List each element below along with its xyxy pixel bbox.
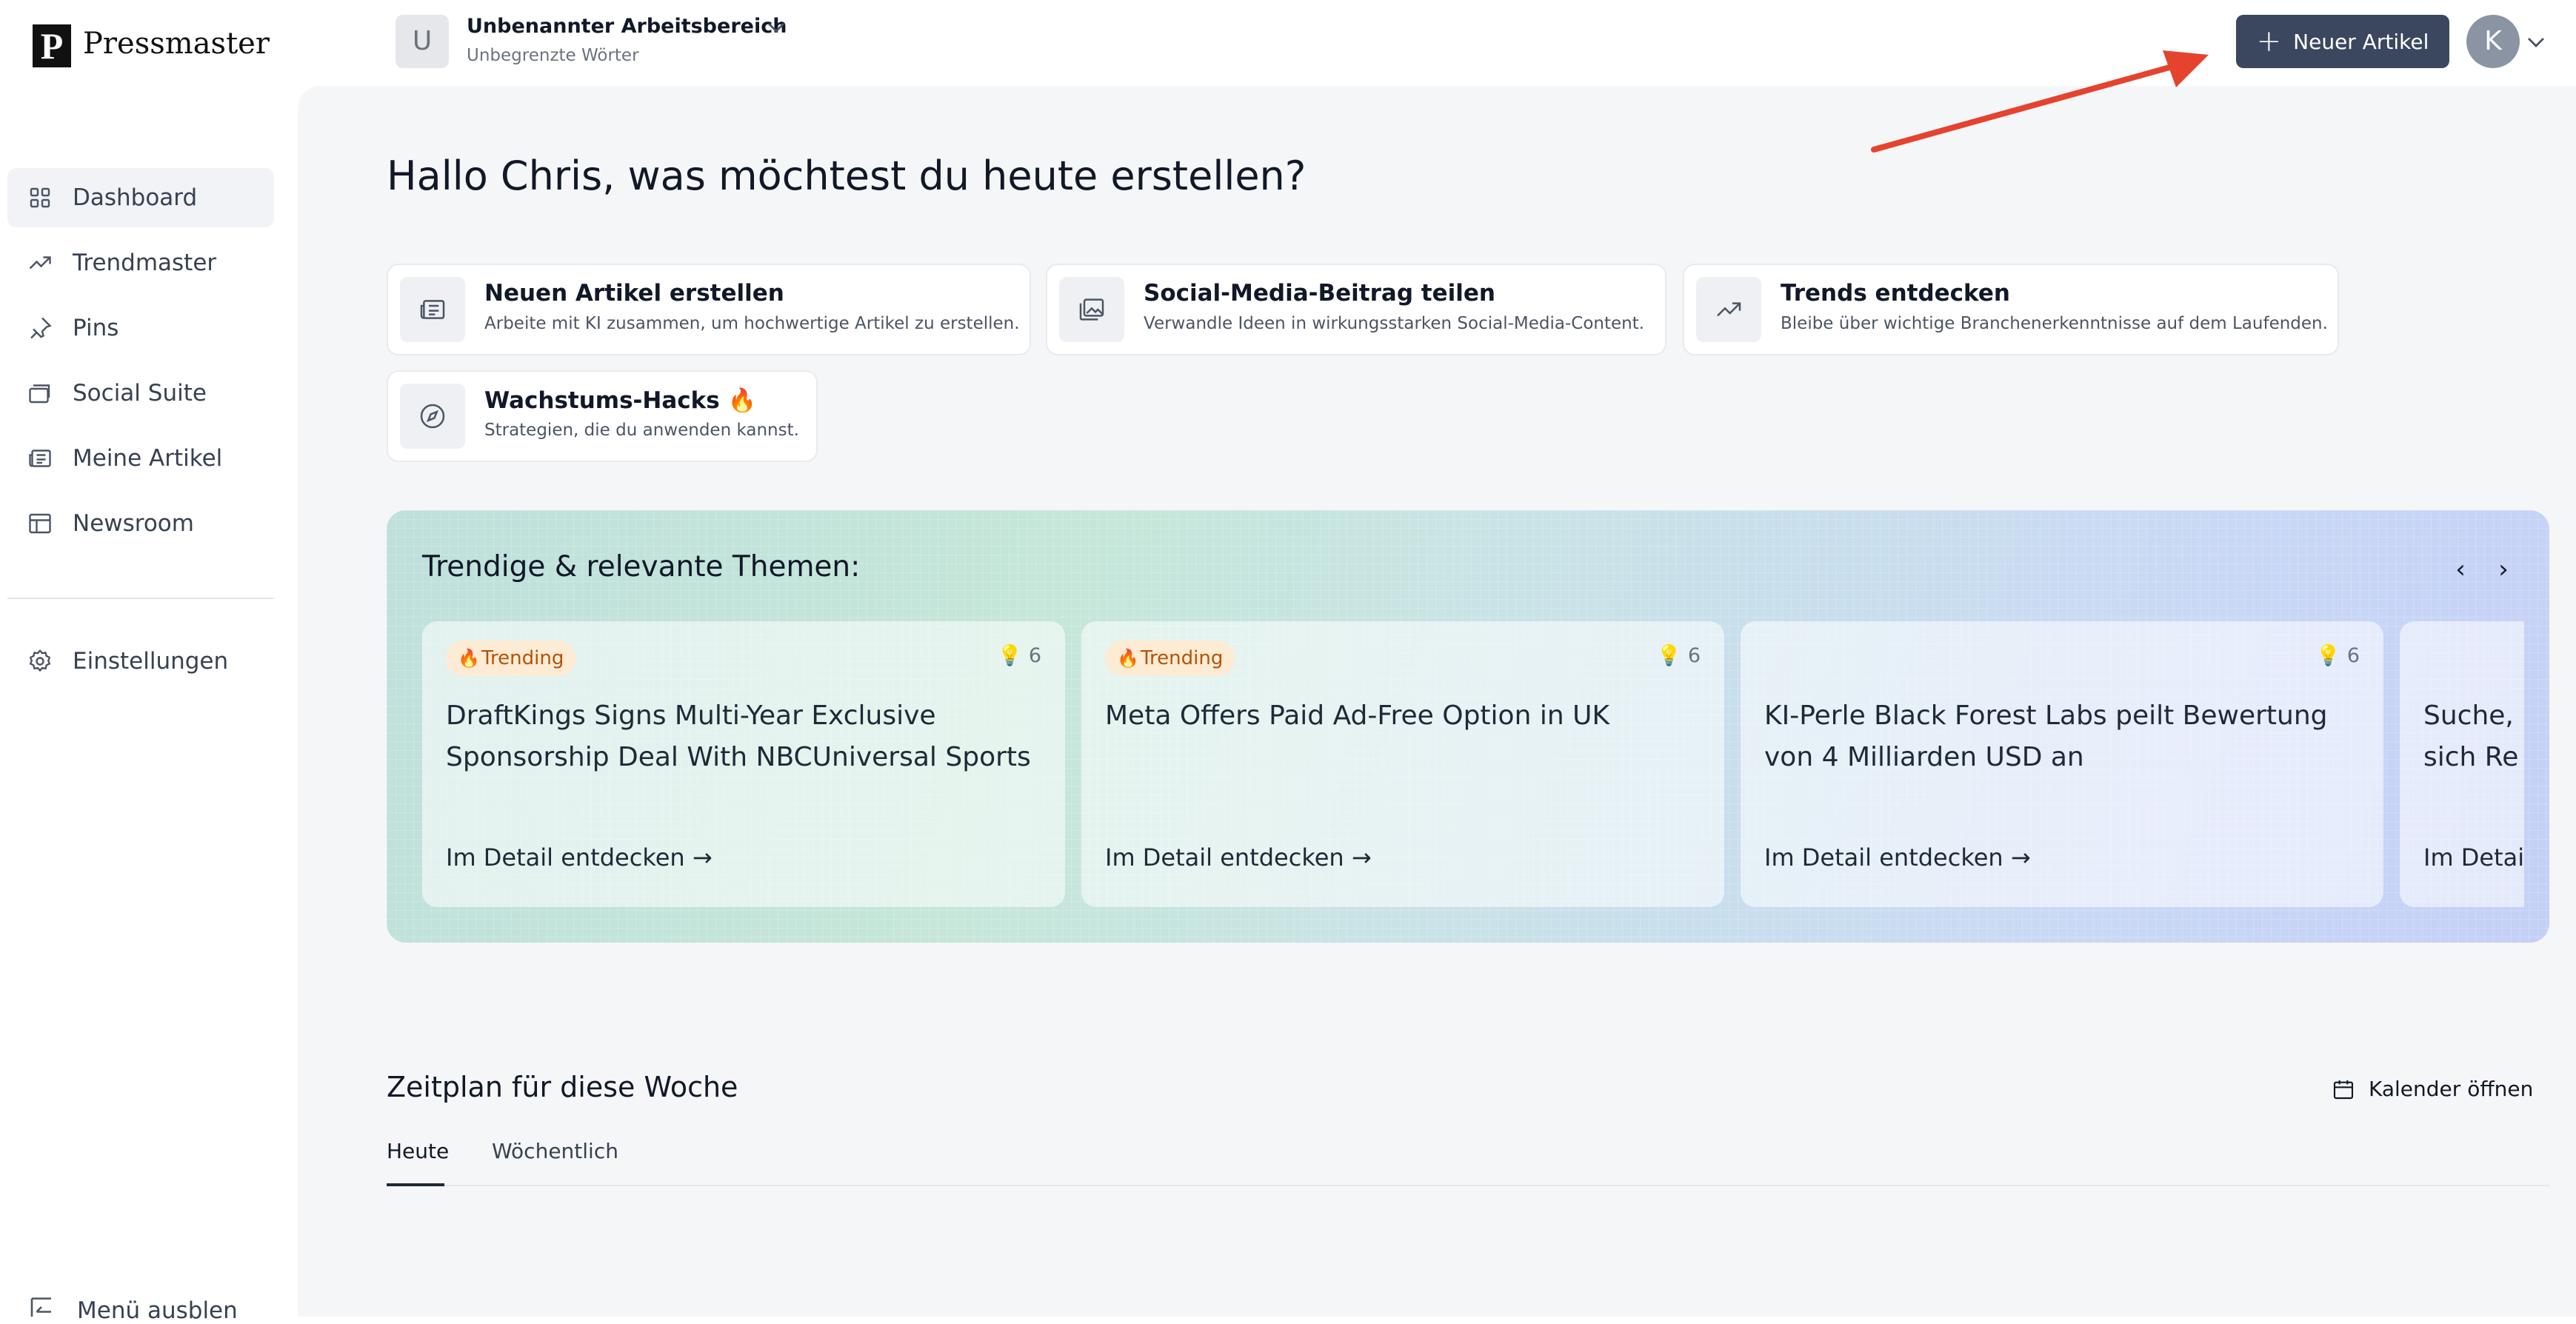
sidebar-item-dashboard[interactable]: Dashboard xyxy=(7,168,274,227)
topic-headline: Meta Offers Paid Ad-Free Option in UK xyxy=(1105,701,1610,731)
explore-link[interactable]: Im Detail entdecken → xyxy=(1764,843,2031,872)
bulb-icon: 💡 xyxy=(997,644,1029,667)
topic-headline: DraftKings Signs Multi-Year Exclusive Sp… xyxy=(446,701,1031,772)
count: 💡 6 xyxy=(1656,644,1701,667)
explore-link[interactable]: Im Detail entdecken → xyxy=(1105,843,1372,872)
sidebar-item-label: Einstellungen xyxy=(73,648,229,675)
plus-icon: + xyxy=(2256,24,2282,58)
workspace-avatar[interactable]: U xyxy=(396,15,449,68)
calendar-icon[interactable] xyxy=(2332,1077,2355,1102)
annotation-arrow xyxy=(1871,50,2209,153)
sidebar-item-label: Meine Artikel xyxy=(73,445,223,472)
bulb-icon: 💡 xyxy=(2315,644,2347,667)
action-desc: Arbeite mit KI zusammen, um hochwertige … xyxy=(484,314,1020,333)
action-card-growth-hacks[interactable]: Wachstums-Hacks 🔥 Strategien, die du anw… xyxy=(387,370,818,462)
sidebar-item-label: Social Suite xyxy=(73,380,207,407)
cards-icon xyxy=(29,384,50,404)
collapse-icon[interactable] xyxy=(27,1297,56,1317)
active-tab-indicator xyxy=(387,1183,444,1186)
topic-card[interactable]: 🔥 Trending 💡 6 Meta Offers Paid Ad-Free O… xyxy=(1081,621,1724,907)
sidebar-item-settings[interactable]: Einstellungen xyxy=(7,632,274,691)
trending-title: Trendige & relevante Themen: xyxy=(422,550,861,584)
workspace-subtitle: Unbegrenzte Wörter xyxy=(467,46,639,65)
sidebar-item-newsroom[interactable]: Newsroom xyxy=(7,494,274,553)
images-icon xyxy=(1059,277,1124,342)
trend-up-icon xyxy=(1696,277,1761,342)
chevron-down-icon[interactable] xyxy=(766,19,787,34)
arrow-right-icon: → xyxy=(2010,843,2031,872)
sidebar-item-social-suite[interactable]: Social Suite xyxy=(7,364,274,423)
tab-today[interactable]: Heute xyxy=(387,1139,449,1163)
count: 💡 6 xyxy=(997,644,1041,667)
new-article-label: Neuer Artikel xyxy=(2293,29,2429,54)
carousel-next-button[interactable]: › xyxy=(2489,555,2518,584)
carousel-prev-button[interactable]: ‹ xyxy=(2446,555,2475,584)
arrow-right-icon: → xyxy=(692,843,713,872)
sidebar-item-trendmaster[interactable]: Trendmaster xyxy=(7,233,274,292)
trending-topics-panel: Trendige & relevante Themen: ‹ › 🔥 Trendi… xyxy=(387,510,2549,943)
chevron-down-icon[interactable] xyxy=(2526,34,2546,49)
sidebar-item-pins[interactable]: Pins xyxy=(7,298,274,358)
new-article-button[interactable]: + Neuer Artikel xyxy=(2236,15,2449,68)
sidebar-item-label: Trendmaster xyxy=(73,250,217,276)
trend-up-icon xyxy=(29,256,51,270)
sidebar-item-label: Newsroom xyxy=(73,510,194,537)
tab-weekly[interactable]: Wöchentlich xyxy=(492,1139,618,1163)
schedule-title: Zeitplan für diese Woche xyxy=(387,1071,738,1103)
tab-divider xyxy=(387,1185,2549,1186)
layout-icon xyxy=(29,513,51,534)
explore-link[interactable]: Im Detail entdecken → xyxy=(446,843,713,872)
flame-icon: 🔥 xyxy=(458,648,480,669)
hide-menu-button[interactable]: Menü ausblen xyxy=(77,1297,238,1324)
flame-icon: 🔥 xyxy=(1117,648,1139,669)
logo-icon[interactable]: P xyxy=(33,24,71,67)
badge-label: Trending xyxy=(481,647,564,669)
action-title: Wachstums-Hacks 🔥 xyxy=(484,387,757,414)
action-title: Trends entdecken xyxy=(1781,280,2010,307)
topic-card[interactable]: 🔥 Trending 💡 6 DraftKings Signs Multi-Yea… xyxy=(422,621,1065,907)
grid-icon xyxy=(30,187,50,208)
badge-label: Trending xyxy=(1141,647,1224,669)
action-desc: Strategien, die du anwenden kannst. xyxy=(484,421,799,440)
sidebar-item-meine-artikel[interactable]: Meine Artikel xyxy=(7,429,274,488)
action-card-new-article[interactable]: Neuen Artikel erstellen Arbeite mit KI z… xyxy=(387,264,1031,355)
pin-icon xyxy=(30,317,52,339)
trending-badge: 🔥 Trending xyxy=(1105,641,1235,676)
open-calendar-link[interactable]: Kalender öffnen xyxy=(2369,1077,2533,1101)
action-title: Neuen Artikel erstellen xyxy=(484,280,784,307)
arrow-right-icon: → xyxy=(1351,843,1372,872)
sidebar-item-label: Dashboard xyxy=(73,184,198,211)
topic-headline: Suche, sich Re xyxy=(2423,701,2519,772)
sidebar-item-label: Pins xyxy=(73,315,119,341)
count: 💡 6 xyxy=(2315,644,2360,667)
newspaper-icon xyxy=(29,449,51,467)
action-desc: Verwandle Ideen in wirkungsstarken Socia… xyxy=(1144,314,1645,333)
action-title: Social-Media-Beitrag teilen xyxy=(1144,280,1495,307)
action-card-trends[interactable]: Trends entdecken Bleibe über wichtige Br… xyxy=(1683,264,2339,355)
trending-badge: 🔥 Trending xyxy=(446,641,576,676)
newspaper-icon xyxy=(400,277,465,342)
bulb-icon: 💡 xyxy=(1656,644,1688,667)
workspace-name[interactable]: Unbenannter Arbeitsbereich xyxy=(467,15,787,38)
brand-name[interactable]: Pressmaster xyxy=(83,27,270,61)
topic-headline: KI-Perle Black Forest Labs peilt Bewertu… xyxy=(1764,701,2328,772)
user-avatar[interactable]: K xyxy=(2466,15,2520,68)
sidebar-divider xyxy=(7,598,274,599)
compass-icon xyxy=(400,384,465,449)
topic-card[interactable]: 💡 6 KI-Perle Black Forest Labs peilt Bew… xyxy=(1741,621,2383,907)
action-desc: Bleibe über wichtige Branchenerkenntniss… xyxy=(1781,314,2328,333)
action-card-social-post[interactable]: Social-Media-Beitrag teilen Verwandle Id… xyxy=(1046,264,1666,355)
page-title: Hallo Chris, was möchtest du heute erste… xyxy=(387,153,1307,199)
explore-link[interactable]: Im Detai xyxy=(2423,843,2524,872)
topic-card[interactable]: Suche, sich Re Im Detai xyxy=(2400,621,2524,907)
gear-icon xyxy=(29,649,51,672)
